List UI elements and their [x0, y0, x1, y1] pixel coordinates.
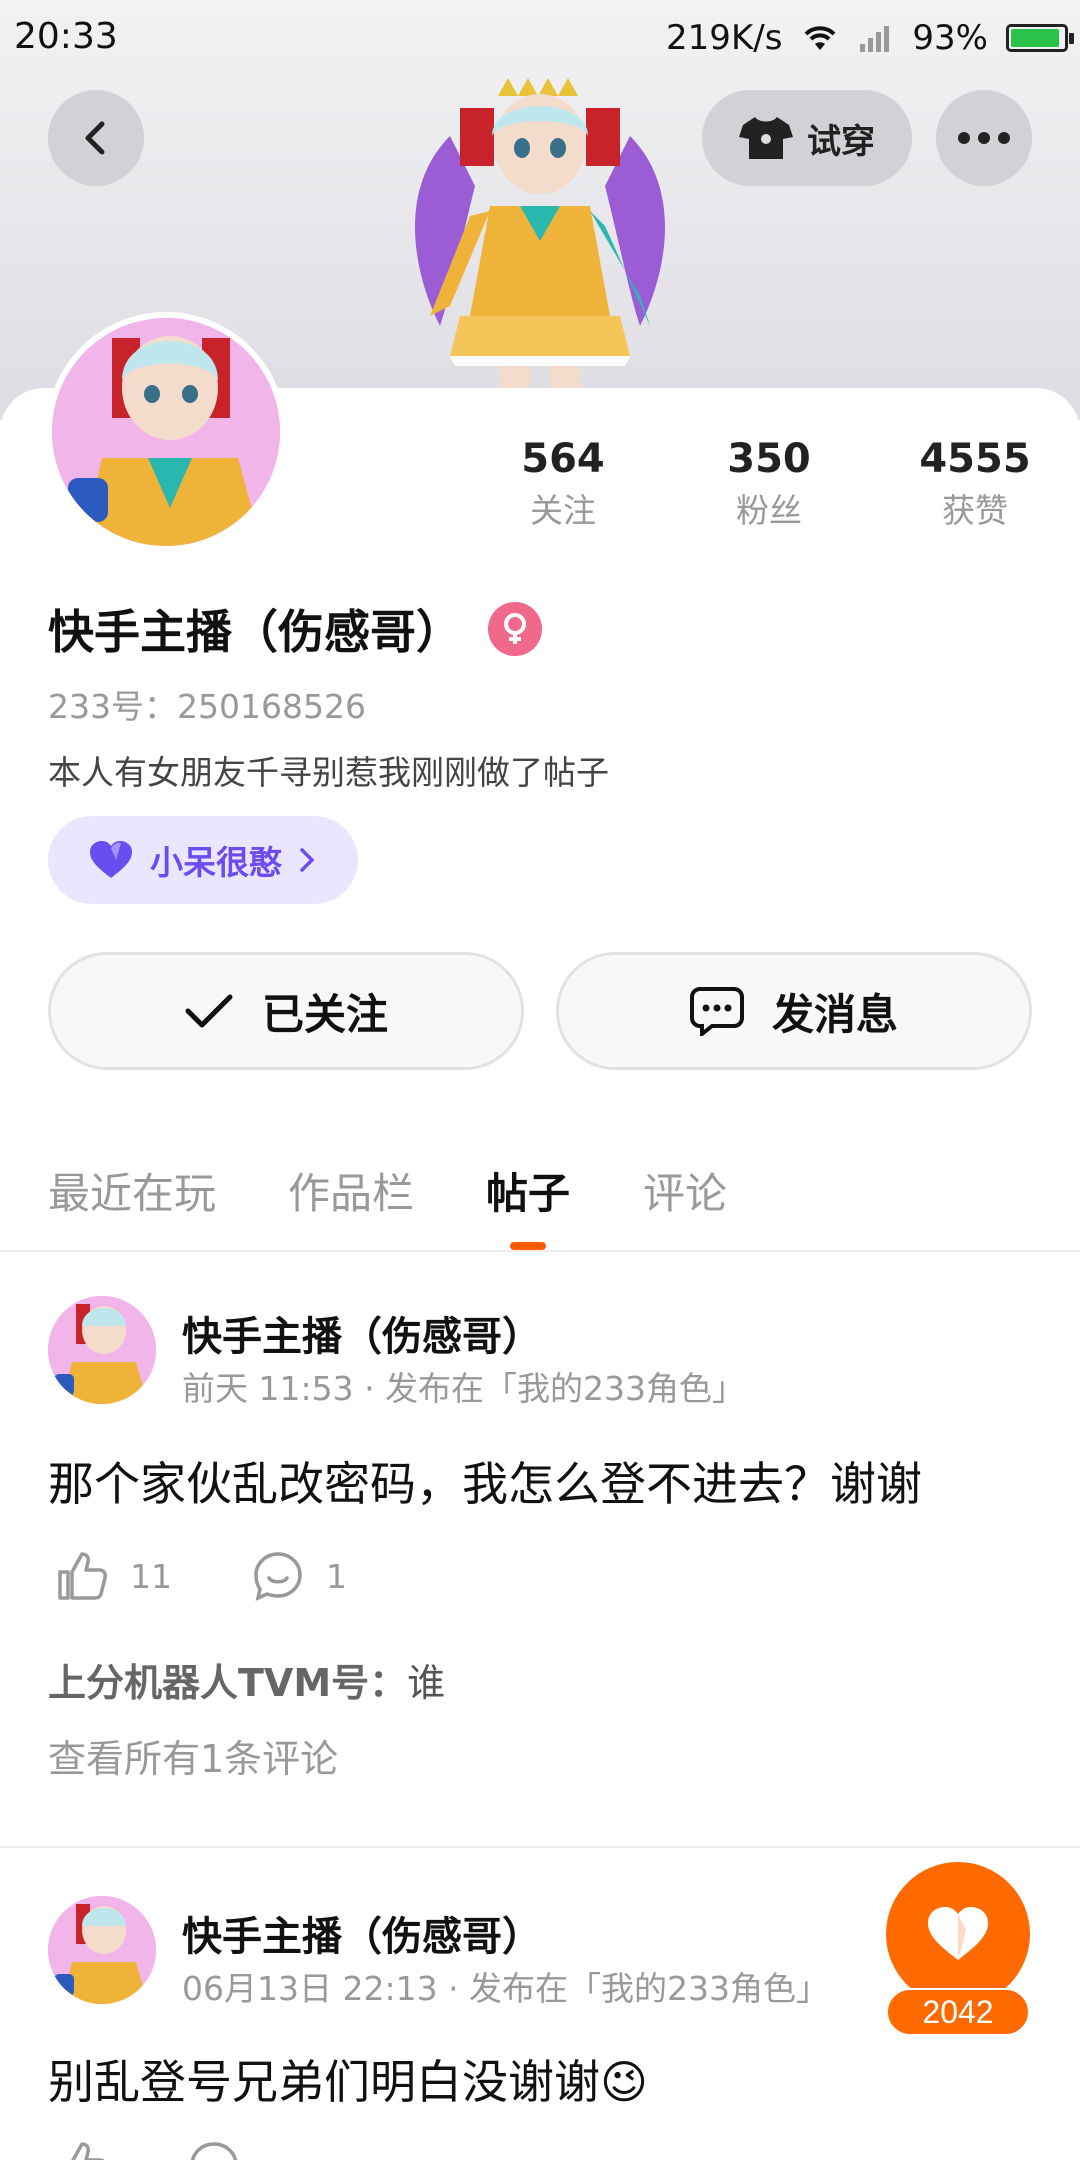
- profile-stats: 564 关注 350 粉丝 4555 获赞: [460, 432, 1080, 536]
- message-label: 发消息: [771, 989, 898, 1039]
- intimacy-tag-label: 小呆很憨: [150, 843, 282, 882]
- status-time: 20:33: [14, 16, 118, 57]
- post-avatar[interactable]: [48, 1296, 156, 1404]
- thumb-up-icon: [71, 2142, 105, 2160]
- battery-icon: [1006, 24, 1074, 52]
- user-bio: 本人有女朋友千寻别惹我刚刚做了帖子: [48, 753, 609, 792]
- follow-button[interactable]: 已关注: [48, 952, 524, 1070]
- avatar-image: [52, 318, 280, 546]
- comment-action[interactable]: 1: [252, 1550, 347, 1602]
- comment-action[interactable]: [188, 2140, 240, 2160]
- post-author[interactable]: 快手主播（伤感哥）: [182, 1304, 542, 1362]
- thumb-up-icon: [58, 1552, 107, 1600]
- stat-label: 关注: [530, 491, 596, 530]
- post-text: 那个家伙乱改密码，我怎么登不进去？谢谢: [48, 1457, 922, 1511]
- view-all-comments-link[interactable]: 查看所有1条评论: [48, 1728, 338, 1783]
- tshirt-icon: [739, 117, 793, 159]
- post-divider: [0, 1846, 1080, 1848]
- more-dots-icon: [958, 132, 1010, 144]
- post-meta: 06月13日 22:13 · 发布在「我的233角色」: [182, 1969, 830, 2008]
- post-meta: 前天 11:53 · 发布在「我的233角色」: [182, 1369, 746, 1408]
- tab-posts[interactable]: 帖子: [486, 1160, 570, 1221]
- avatar[interactable]: [46, 312, 286, 552]
- comment-icon: [254, 1552, 302, 1602]
- floating-like-button[interactable]: [886, 1862, 1030, 2006]
- stat-fans[interactable]: 350 粉丝: [666, 432, 872, 536]
- wifi-icon: [800, 22, 840, 54]
- like-action[interactable]: 11: [56, 1550, 172, 1602]
- intimacy-tag[interactable]: 小呆很憨: [48, 816, 358, 904]
- post-author[interactable]: 快手主播（伤感哥）: [182, 1904, 542, 1962]
- profile-tabs: 最近在玩 作品栏 帖子 评论: [0, 1140, 1080, 1252]
- signal-icon: [858, 22, 894, 54]
- wink-emoji: 😉: [600, 2055, 648, 2109]
- like-count: 11: [130, 1556, 172, 1596]
- comment-count: 1: [326, 1556, 347, 1596]
- comment-author: 上分机器人TVM号：: [48, 1661, 408, 1705]
- status-bar: 20:33 219K/s 93%: [0, 0, 1080, 76]
- follow-label: 已关注: [261, 989, 388, 1039]
- tab-comments[interactable]: 评论: [643, 1160, 727, 1221]
- post-text: 别乱登号兄弟们明白没谢谢😉: [48, 2046, 648, 2112]
- venus-icon: [488, 602, 542, 656]
- active-tab-indicator: [510, 1242, 546, 1250]
- like-action[interactable]: [56, 2140, 108, 2160]
- stat-value: 4555: [919, 436, 1031, 482]
- tab-works[interactable]: 作品栏: [288, 1160, 414, 1221]
- more-button[interactable]: [936, 90, 1032, 186]
- battery-percent: 93%: [912, 18, 988, 58]
- chevron-right-icon: [300, 848, 315, 872]
- heart-icon: [928, 1907, 988, 1960]
- post-actions: 11 1: [56, 1550, 427, 1602]
- try-on-button[interactable]: 试穿: [702, 90, 912, 186]
- user-id: 233号：250168526: [48, 687, 366, 726]
- back-button[interactable]: [48, 90, 144, 186]
- post-text-content: 别乱登号兄弟们明白没谢谢: [48, 2055, 600, 2109]
- heart-icon: [90, 841, 132, 878]
- stat-following[interactable]: 564 关注: [460, 432, 666, 536]
- net-speed: 219K/s: [666, 18, 783, 58]
- preview-comment[interactable]: 上分机器人TVM号：谁: [48, 1652, 445, 1707]
- try-on-label: 试穿: [807, 121, 875, 162]
- name-row: 快手主播（伤感哥）: [48, 596, 542, 662]
- stat-value: 350: [727, 436, 811, 482]
- tab-recently-played[interactable]: 最近在玩: [48, 1160, 216, 1221]
- post-avatar[interactable]: [48, 1896, 156, 2004]
- stat-label: 粉丝: [736, 491, 802, 530]
- stat-value: 564: [521, 436, 605, 482]
- back-arrow-icon: [85, 121, 105, 155]
- message-button[interactable]: 发消息: [556, 952, 1032, 1070]
- stat-label: 获赞: [942, 491, 1008, 530]
- profile-name: 快手主播（伤感哥）: [48, 605, 462, 659]
- floating-like-count: 2042: [886, 1988, 1030, 2036]
- post-actions: [56, 2140, 320, 2160]
- chat-bubble-icon: [689, 987, 744, 1036]
- comment-text: 谁: [407, 1661, 446, 1705]
- character-figure: [415, 78, 665, 396]
- comment-icon: [190, 2142, 238, 2160]
- check-icon: [185, 994, 233, 1028]
- stat-likes[interactable]: 4555 获赞: [872, 432, 1078, 536]
